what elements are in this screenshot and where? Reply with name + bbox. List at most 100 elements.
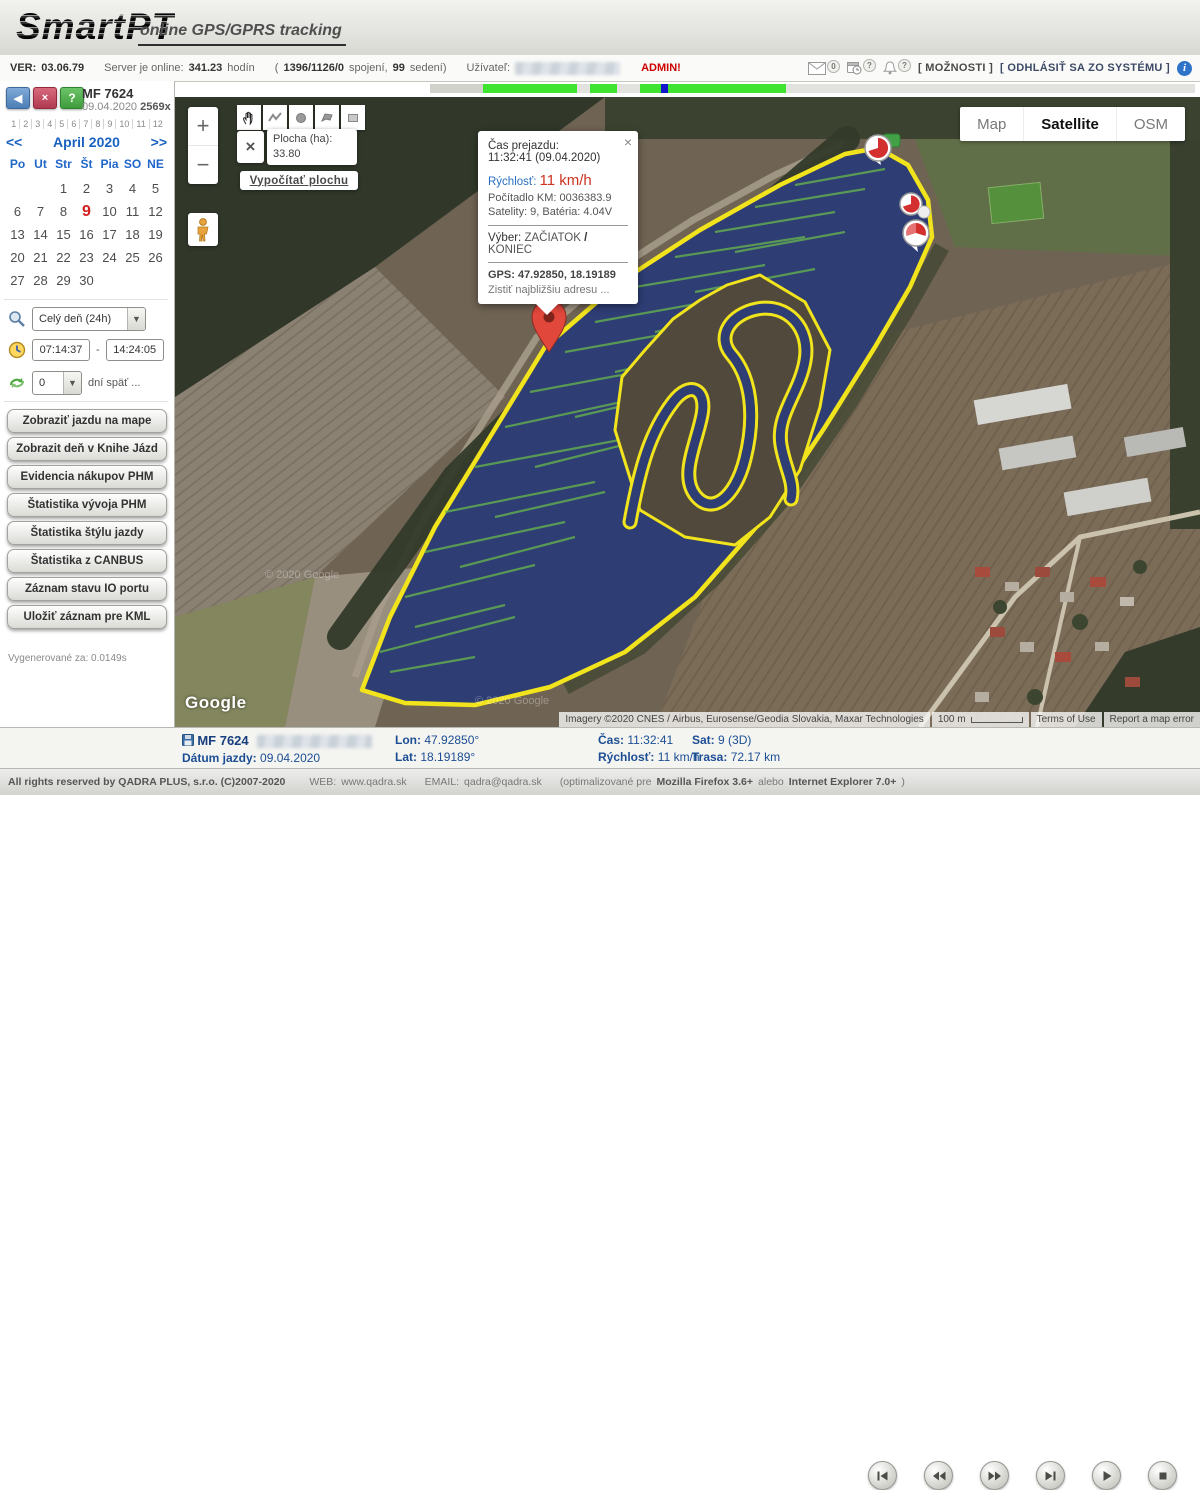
calendar-day-9[interactable]: 9	[75, 200, 98, 223]
action-button-8[interactable]: Uložiť záznam pre KML	[7, 605, 167, 629]
month-select-5[interactable]: 5	[56, 119, 68, 129]
calendar-day-7[interactable]: 7	[29, 200, 52, 223]
action-button-7[interactable]: Záznam stavu IO portu	[7, 577, 167, 601]
calendar-day-27[interactable]: 27	[6, 269, 29, 292]
month-select-2[interactable]: 2	[20, 119, 32, 129]
compute-area-link[interactable]: Vypočítať plochu	[240, 171, 358, 190]
maptype-osm[interactable]: OSM	[1116, 107, 1185, 141]
web-link[interactable]: www.qadra.sk	[341, 776, 406, 788]
calendar-day-8[interactable]: 8	[52, 200, 75, 223]
action-button-5[interactable]: Štatistika štýlu jazdy	[7, 521, 167, 545]
calendar-day-20[interactable]: 20	[6, 246, 29, 269]
calendar-day-5[interactable]: 5	[144, 177, 167, 200]
area-close-button[interactable]: ×	[237, 131, 264, 163]
calendar-day-21[interactable]: 21	[29, 246, 52, 269]
calendar-day-24[interactable]: 24	[98, 246, 121, 269]
terms-link[interactable]: Terms of Use	[1031, 712, 1102, 727]
calendar-day-25[interactable]: 25	[121, 246, 144, 269]
calendar-day-28[interactable]: 28	[29, 269, 52, 292]
calendar-day-22[interactable]: 22	[52, 246, 75, 269]
map-canvas[interactable]: + − × Plocha (ha): 33.80 Vypočítať ploch…	[175, 97, 1200, 727]
month-select-9[interactable]: 9	[104, 119, 116, 129]
logout-button[interactable]: [ ODHLÁSIŤ SA ZO SYSTÉMU ]	[1000, 62, 1170, 74]
skip-to-start-button[interactable]	[868, 1461, 897, 1490]
back-button[interactable]: ◀	[6, 87, 30, 109]
month-select-7[interactable]: 7	[80, 119, 92, 129]
calendar-day-18[interactable]: 18	[121, 223, 144, 246]
calendar-day-17[interactable]: 17	[98, 223, 121, 246]
calendar-day-15[interactable]: 15	[52, 223, 75, 246]
email-link[interactable]: qadra@qadra.sk	[464, 776, 542, 788]
info-icon[interactable]: i	[1177, 61, 1192, 76]
popup-address-link[interactable]: Zistiť najbližšiu adresu ...	[488, 284, 628, 296]
calendar-day-13[interactable]: 13	[6, 223, 29, 246]
calendar-day-12[interactable]: 12	[144, 200, 167, 223]
google-logo[interactable]: Google	[185, 693, 247, 713]
action-button-6[interactable]: Štatistika z CANBUS	[7, 549, 167, 573]
calendar-day-29[interactable]: 29	[52, 269, 75, 292]
help-button[interactable]: ?	[60, 87, 84, 109]
calendar-day-23[interactable]: 23	[75, 246, 98, 269]
pan-hand-tool[interactable]	[237, 105, 261, 130]
calendar-day-30[interactable]: 30	[75, 269, 98, 292]
rewind-button[interactable]	[924, 1461, 953, 1490]
time-range-select[interactable]: Celý deň (24h) ▼	[32, 307, 146, 331]
calendar-day-1[interactable]: 1	[52, 177, 75, 200]
month-select-10[interactable]: 10	[116, 119, 133, 129]
calendar-day-empty	[29, 177, 52, 200]
options-button[interactable]: [ MOŽNOSTI ]	[918, 62, 993, 74]
month-select-3[interactable]: 3	[32, 119, 44, 129]
calendar-prev-button[interactable]: <<	[6, 134, 22, 150]
save-disk-icon[interactable]	[182, 734, 194, 746]
report-error-link[interactable]: Report a map error	[1104, 712, 1200, 727]
service-calendar-button[interactable]: ?	[847, 61, 876, 75]
stop-button[interactable]	[1148, 1461, 1177, 1490]
pegman-control[interactable]	[188, 213, 218, 246]
action-button-4[interactable]: Štatistika vývoja PHM	[7, 493, 167, 517]
popup-close-icon[interactable]: ×	[624, 134, 632, 150]
timeline-segment-green	[590, 84, 617, 93]
calendar-day-2[interactable]: 2	[75, 177, 98, 200]
action-button-2[interactable]: Zobrazit deň v Knihe Jázd	[7, 437, 167, 461]
skip-to-end-button[interactable]	[1036, 1461, 1065, 1490]
calendar-day-16[interactable]: 16	[75, 223, 98, 246]
calendar-next-button[interactable]: >>	[151, 134, 167, 150]
calendar-day-4[interactable]: 4	[121, 177, 144, 200]
time-from-input[interactable]	[32, 339, 90, 361]
calendar-day-3[interactable]: 3	[98, 177, 121, 200]
month-select-4[interactable]: 4	[44, 119, 56, 129]
days-back-select[interactable]: 0 ▼	[32, 371, 82, 395]
rectangle-tool[interactable]	[341, 105, 365, 130]
maptype-satellite[interactable]: Satellite	[1023, 107, 1116, 141]
mail-button[interactable]: 0	[808, 62, 840, 75]
time-to-input[interactable]	[106, 339, 164, 361]
calendar-day-6[interactable]: 6	[6, 200, 29, 223]
action-button-3[interactable]: Evidencia nákupov PHM	[7, 465, 167, 489]
polygon-tool[interactable]	[315, 105, 339, 130]
popup-select-start-link[interactable]: ZAČIATOK	[524, 232, 580, 244]
calendar-day-19[interactable]: 19	[144, 223, 167, 246]
month-select-12[interactable]: 12	[150, 119, 166, 129]
month-select-8[interactable]: 8	[92, 119, 104, 129]
popup-select-end-link[interactable]: KONIEC	[488, 244, 532, 256]
bottom-vehicle-name: MF 7624	[197, 733, 248, 748]
day-activity-timeline[interactable]	[430, 84, 1195, 93]
close-vehicle-button[interactable]: ×	[33, 87, 57, 109]
action-button-1[interactable]: Zobraziť jazdu na mape	[7, 409, 167, 433]
circle-tool[interactable]	[289, 105, 313, 130]
alarm-button[interactable]: ?	[883, 61, 911, 75]
month-select-6[interactable]: 6	[68, 119, 80, 129]
fast-forward-button[interactable]	[980, 1461, 1009, 1490]
month-select-11[interactable]: 11	[133, 119, 149, 129]
calendar-day-10[interactable]: 10	[98, 200, 121, 223]
play-button[interactable]	[1092, 1461, 1121, 1490]
calendar-day-14[interactable]: 14	[29, 223, 52, 246]
calendar-day-11[interactable]: 11	[121, 200, 144, 223]
version-label: VER:	[10, 62, 36, 74]
maptype-map[interactable]: Map	[960, 107, 1023, 141]
zoom-in-button[interactable]: +	[188, 107, 218, 145]
calendar-day-26[interactable]: 26	[144, 246, 167, 269]
month-select-1[interactable]: 1	[8, 119, 20, 129]
zoom-out-button[interactable]: −	[188, 146, 218, 184]
polyline-tool[interactable]	[263, 105, 287, 130]
